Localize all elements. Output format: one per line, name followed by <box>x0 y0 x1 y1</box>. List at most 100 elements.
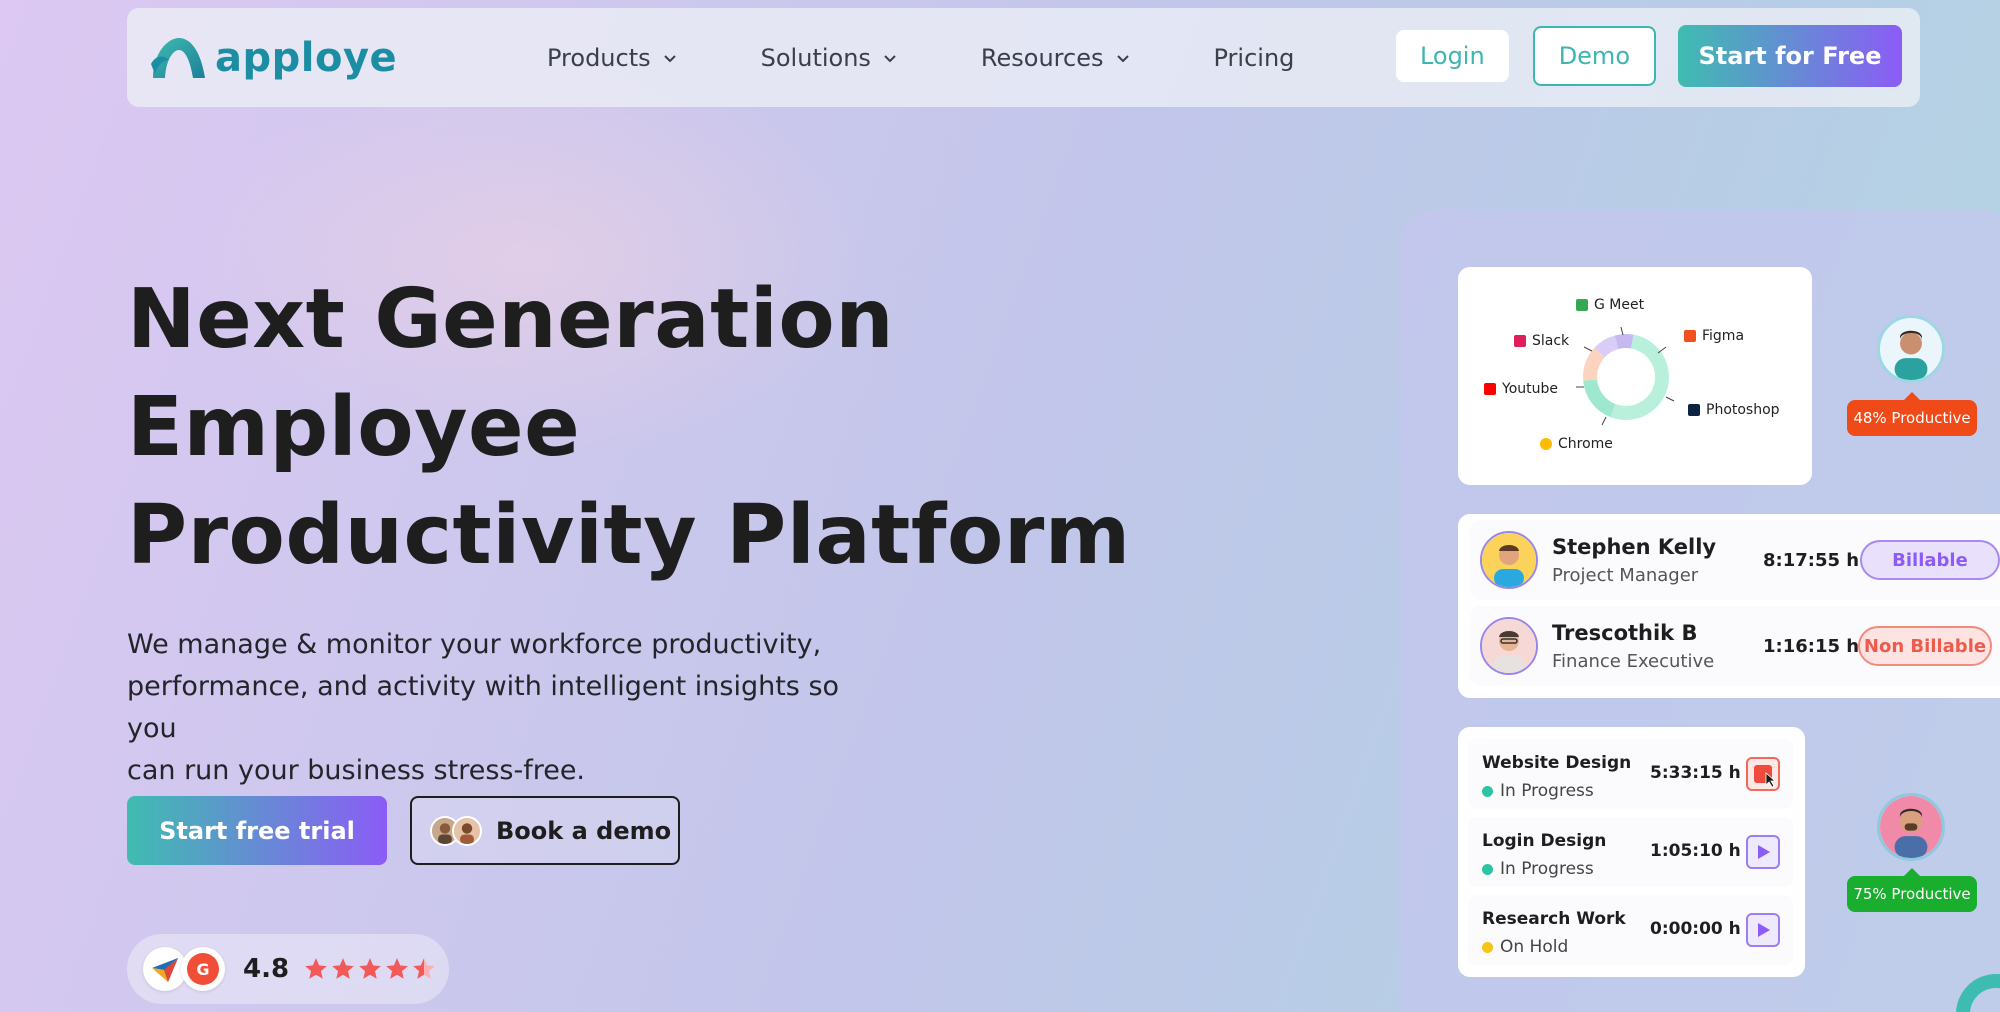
person-row[interactable]: Trescothik B Finance Executive 1:16:15 h… <box>1470 606 2000 686</box>
app-label-youtube: Youtube <box>1484 381 1558 397</box>
play-icon <box>1758 845 1770 859</box>
productivity-badge: 48% Productive <box>1847 392 1977 436</box>
hero-title-line: Productivity Platform <box>127 488 1131 583</box>
chevron-down-icon <box>1116 54 1129 62</box>
app-name: Figma <box>1702 328 1745 344</box>
task-status-label: In Progress <box>1500 781 1594 801</box>
apploye-logo-icon <box>151 38 205 78</box>
task-status-label: On Hold <box>1500 937 1569 957</box>
gmeet-icon <box>1576 299 1588 311</box>
tracked-time: 8:17:55 h <box>1763 549 1860 571</box>
nav-pricing-label: Pricing <box>1213 43 1295 72</box>
book-demo-label: Book a demo <box>496 816 672 845</box>
task-status: In Progress <box>1482 781 1594 801</box>
avatar <box>1480 531 1538 589</box>
hero-subtitle-line: We manage & monitor your workforce produ… <box>127 629 822 660</box>
stop-button[interactable] <box>1746 757 1780 791</box>
figma-icon <box>1684 330 1696 342</box>
task-row[interactable]: Login Design In Progress 1:05:10 h <box>1468 817 1793 887</box>
avatar <box>1877 315 1945 383</box>
rating-score: 4.8 <box>243 954 290 984</box>
avatar <box>452 815 482 846</box>
hero-subtitle-line: performance, and activity with intellige… <box>127 671 840 744</box>
slack-icon <box>1514 335 1526 347</box>
person-role: Project Manager <box>1552 564 1699 586</box>
review-site-icons: G <box>143 947 225 991</box>
task-name: Research Work <box>1482 909 1626 929</box>
star-icon <box>386 958 408 979</box>
book-demo-button[interactable]: Book a demo <box>410 796 680 865</box>
task-row[interactable]: Website Design In Progress 5:33:15 h <box>1468 739 1793 809</box>
app-name: Youtube <box>1502 381 1558 397</box>
task-row[interactable]: Research Work On Hold 0:00:00 h <box>1468 895 1793 965</box>
person-info: Trescothik B Finance Executive <box>1552 621 1742 672</box>
hero-title-line: Next Generation <box>127 272 895 367</box>
star-icon <box>332 958 354 979</box>
task-time: 0:00:00 h <box>1650 919 1741 939</box>
app-name: Slack <box>1532 333 1570 349</box>
star-half-icon <box>413 958 435 979</box>
hero-title: Next Generation Employee Productivity Pl… <box>127 266 1131 590</box>
main-nav: Products Solutions Resources Pricing <box>547 8 1378 107</box>
status-dot-icon <box>1482 785 1493 797</box>
login-button[interactable]: Login <box>1395 30 1509 82</box>
photoshop-icon <box>1688 404 1700 416</box>
task-status-label: In Progress <box>1500 859 1594 879</box>
non-billable-badge[interactable]: Non Billable <box>1858 626 1992 666</box>
status-dot-icon <box>1482 863 1493 875</box>
hero-title-line: Employee <box>127 380 581 475</box>
play-button[interactable] <box>1746 835 1780 869</box>
nav-products-label: Products <box>547 43 651 72</box>
status-dot-icon <box>1482 941 1493 953</box>
task-time: 1:05:10 h <box>1650 841 1741 861</box>
chevron-down-icon <box>663 54 676 62</box>
logo-wordmark: apploye <box>215 35 398 81</box>
top-navbar: apploye Products Solutions Resources Pri… <box>127 8 1920 107</box>
task-name: Login Design <box>1482 831 1607 851</box>
nav-solutions[interactable]: Solutions <box>761 44 897 72</box>
person-name: Trescothik B <box>1552 620 1698 645</box>
youtube-icon <box>1484 383 1496 395</box>
person-row[interactable]: Stephen Kelly Project Manager 8:17:55 h … <box>1470 520 2000 600</box>
app-label-photoshop: Photoshop <box>1688 402 1780 418</box>
app-name: Chrome <box>1558 436 1613 452</box>
nav-products[interactable]: Products <box>547 44 677 72</box>
g2-icon: G <box>181 947 225 991</box>
demo-button[interactable]: Demo <box>1532 26 1656 86</box>
hero-subtitle: We manage & monitor your workforce produ… <box>127 624 887 792</box>
task-time: 5:33:15 h <box>1650 763 1741 783</box>
chrome-icon <box>1540 438 1552 450</box>
start-free-trial-button[interactable]: Start free trial <box>127 796 387 865</box>
nav-resources-label: Resources <box>980 43 1104 72</box>
nav-pricing[interactable]: Pricing <box>1214 44 1295 72</box>
task-name: Website Design <box>1482 753 1632 773</box>
demo-avatars <box>430 815 482 846</box>
nav-solutions-label: Solutions <box>760 43 871 72</box>
nav-actions: Login Demo Start for Free <box>1395 25 1902 87</box>
person-role: Finance Executive <box>1552 650 1715 672</box>
rating-badge: G 4.8 <box>127 934 449 1004</box>
star-rating <box>303 956 438 982</box>
app-label-figma: Figma <box>1684 328 1744 344</box>
play-icon <box>1758 923 1770 937</box>
productivity-badge: 75% Productive <box>1847 868 1977 912</box>
billable-badge[interactable]: Billable <box>1860 540 2000 580</box>
app-usage-card: G Meet Slack Figma Youtube Photoshop Chr… <box>1458 267 1812 485</box>
start-for-free-button[interactable]: Start for Free <box>1678 25 1902 87</box>
app-label-chrome: Chrome <box>1540 436 1613 452</box>
star-icon <box>305 958 327 979</box>
app-name: Photoshop <box>1706 402 1780 418</box>
person-info: Stephen Kelly Project Manager <box>1552 535 1742 586</box>
task-status: In Progress <box>1482 859 1594 879</box>
tasks-card: Website Design In Progress 5:33:15 h Log… <box>1458 727 1805 977</box>
app-usage-donut-chart <box>1576 327 1675 426</box>
apploye-logo[interactable]: apploye <box>149 34 397 82</box>
chevron-down-icon <box>884 54 896 62</box>
nav-resources[interactable]: Resources <box>981 44 1130 72</box>
time-tracking-card: Stephen Kelly Project Manager 8:17:55 h … <box>1458 514 2000 698</box>
app-label-slack: Slack <box>1514 333 1569 349</box>
avatar <box>1877 793 1945 861</box>
hero-subtitle-line: can run your business stress-free. <box>127 755 586 786</box>
play-button[interactable] <box>1746 913 1780 947</box>
tracked-time: 1:16:15 h <box>1763 635 1860 657</box>
